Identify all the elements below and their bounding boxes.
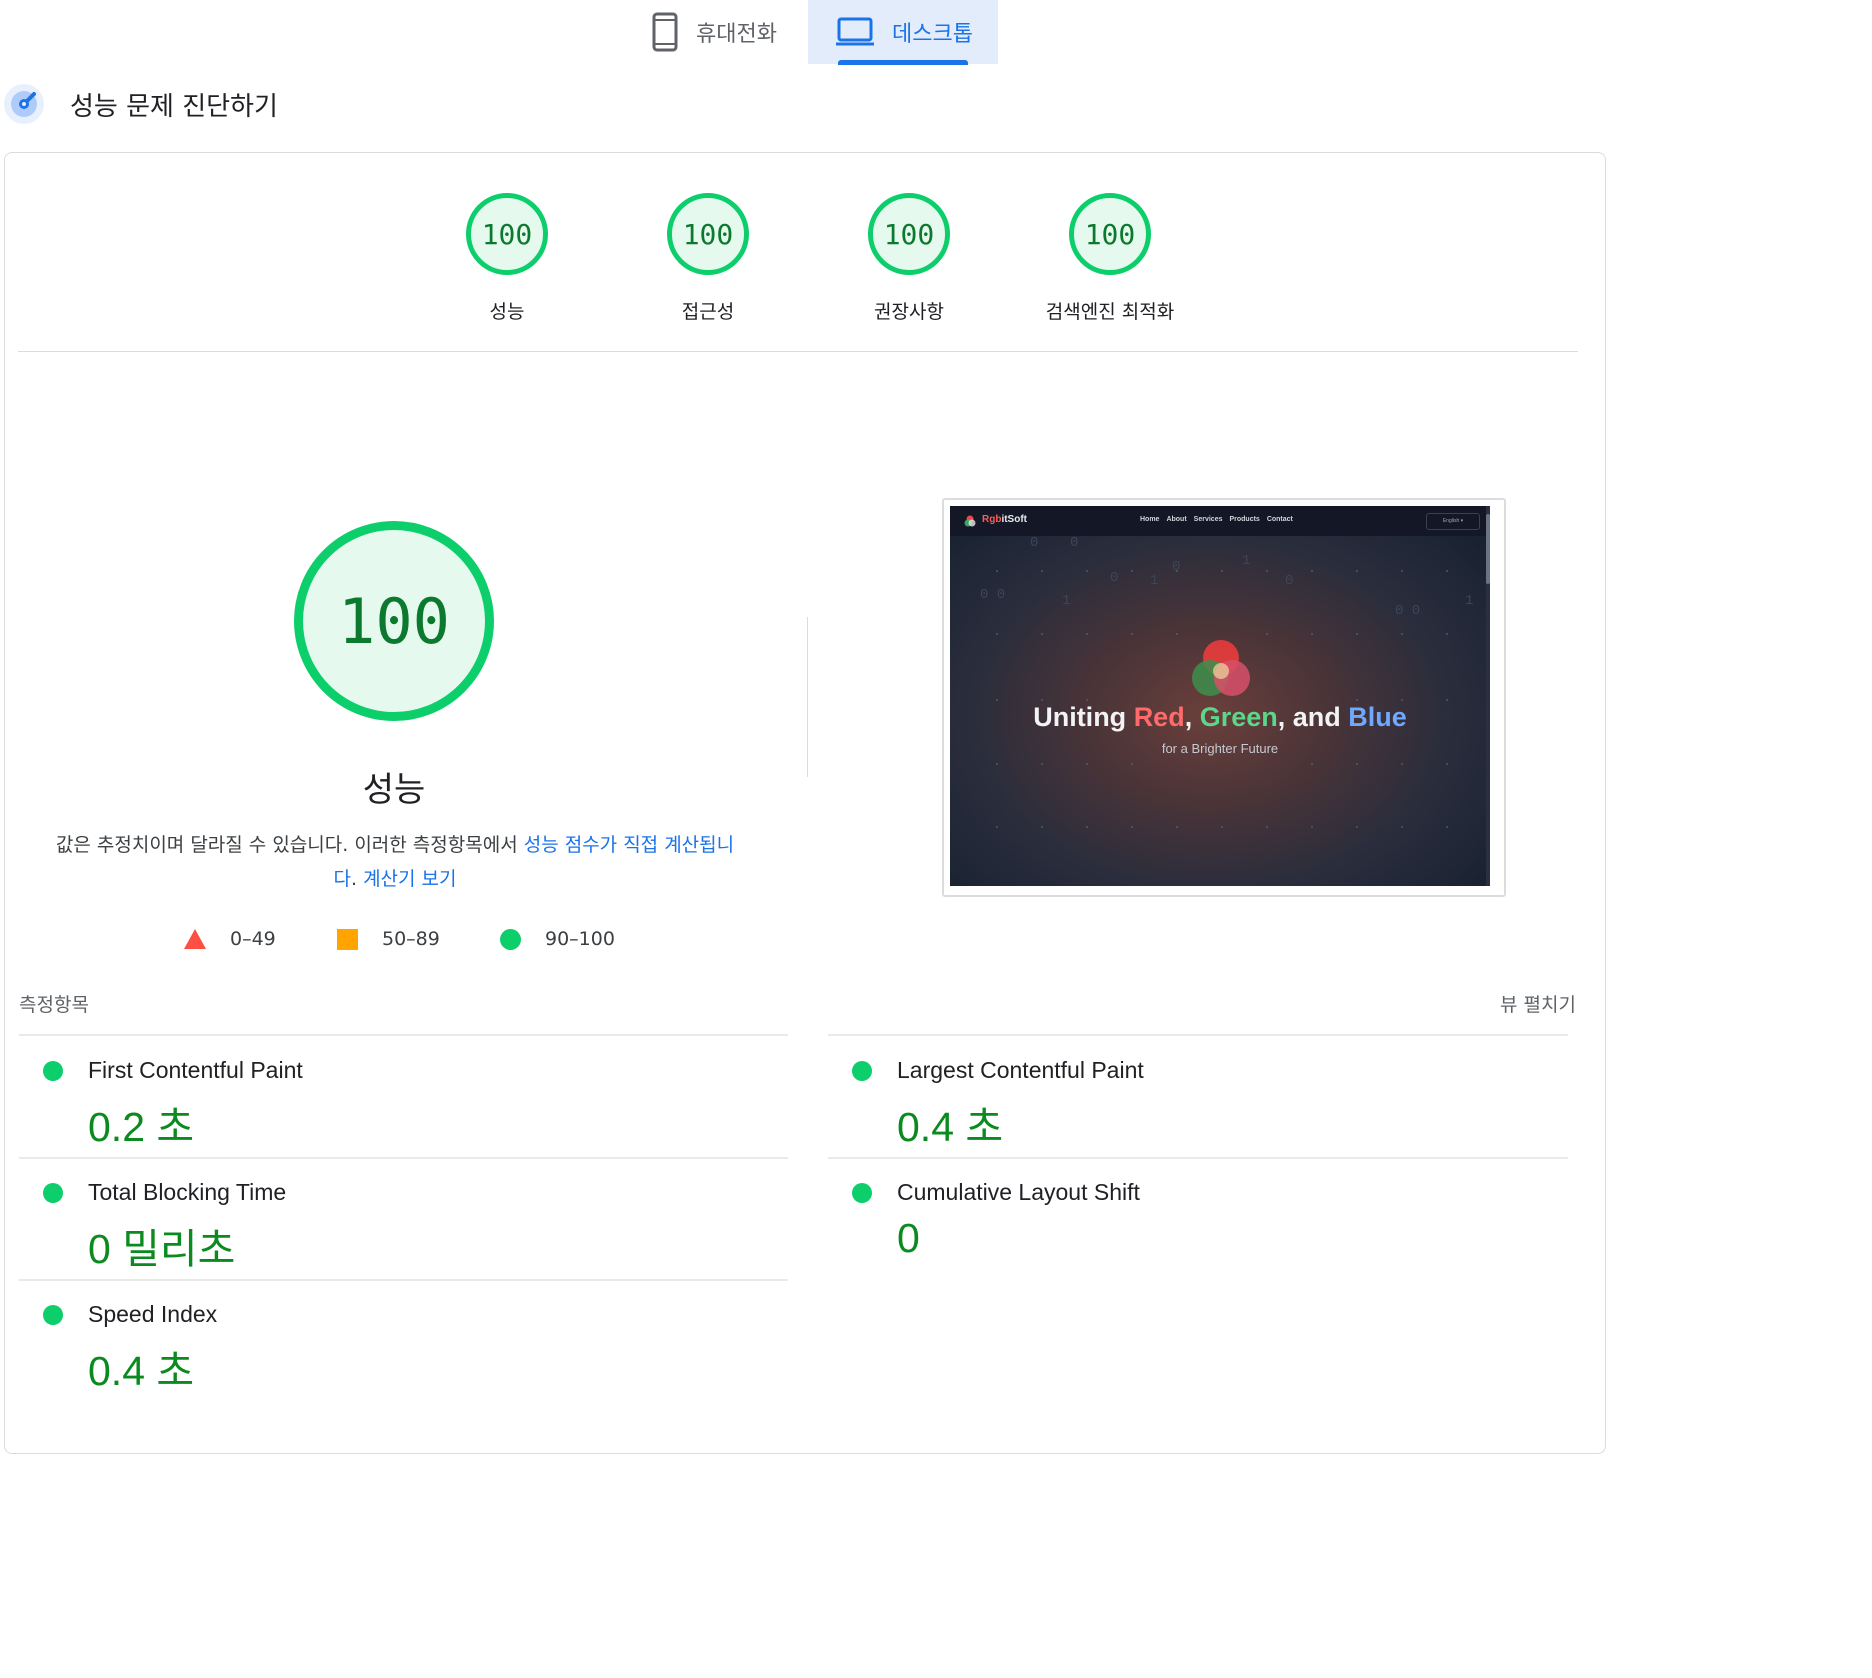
hero-title-green: Green xyxy=(1199,702,1278,732)
metric-value: 0.4 초 xyxy=(897,1104,1004,1150)
triangle-icon xyxy=(184,929,206,949)
metric-name: Largest Contentful Paint xyxy=(897,1057,1144,1083)
description-separator: . xyxy=(350,868,364,890)
svg-text:0: 0 xyxy=(1070,535,1078,551)
category-gauge-best-practices[interactable]: 100 권장사항 xyxy=(809,193,1009,324)
category-label: 권장사항 xyxy=(874,301,944,323)
svg-text:0: 0 xyxy=(1285,573,1293,589)
screenshot-hero-title: Uniting Red, Green, and Blue xyxy=(950,702,1490,733)
pass-dot-icon xyxy=(43,1061,63,1081)
svg-text:1: 1 xyxy=(1242,553,1250,569)
legend-fail: 0–49 xyxy=(184,928,276,950)
hero-title-blue: Blue xyxy=(1348,702,1407,732)
metric-name: Cumulative Layout Shift xyxy=(897,1179,1140,1205)
svg-text:0 0: 0 0 xyxy=(1395,603,1420,619)
category-gauge-accessibility[interactable]: 100 접근성 xyxy=(608,193,808,324)
legend-pass-label: 90–100 xyxy=(545,928,615,950)
metric-value: 0.4 초 xyxy=(88,1348,195,1394)
score-ring: 100 xyxy=(667,193,749,275)
hero-title-part: , and xyxy=(1277,702,1349,732)
rgb-circles-logo xyxy=(1192,640,1250,696)
category-gauge-seo[interactable]: 100 검색엔진 최적화 xyxy=(1010,193,1210,324)
nav-link-products: Products xyxy=(1229,516,1260,523)
legend-fail-label: 0–49 xyxy=(230,928,276,950)
vertical-divider xyxy=(807,617,808,777)
brand-prefix: Rgb xyxy=(982,514,1002,525)
hero-title-red: Red xyxy=(1133,702,1185,732)
expand-view-toggle[interactable]: 뷰 펼치기 xyxy=(1500,990,1576,1017)
metric-divider xyxy=(828,1157,1568,1159)
metric-name: Total Blocking Time xyxy=(88,1179,287,1205)
calculator-link[interactable]: 계산기 보기 xyxy=(363,868,456,890)
svg-text:0: 0 xyxy=(1030,535,1038,551)
hero-title-part: Uniting xyxy=(1033,702,1134,732)
tab-active-indicator xyxy=(838,60,968,65)
page-title: 성능 문제 진단하기 xyxy=(70,92,278,122)
square-icon xyxy=(337,928,358,950)
pass-dot-icon xyxy=(43,1305,63,1325)
screenshot-nav-links: Home About Services Products Contact xyxy=(1140,516,1300,523)
category-gauge-performance[interactable]: 100 성능 xyxy=(407,193,607,324)
score-ring: 100 xyxy=(1069,193,1151,275)
laptop-icon xyxy=(836,17,874,47)
description-text: 값은 추정치이며 달라질 수 있습니다. 이러한 측정항목에서 xyxy=(55,834,524,856)
hero-title-part: , xyxy=(1184,702,1200,732)
category-label: 접근성 xyxy=(681,301,735,323)
tab-desktop-label: 데스크톱 xyxy=(892,22,973,47)
metric-name: Speed Index xyxy=(88,1301,218,1327)
metric-name: First Contentful Paint xyxy=(88,1057,303,1083)
category-label: 성능 xyxy=(489,301,525,323)
score-ring: 100 xyxy=(466,193,548,275)
gauges-divider xyxy=(18,351,1578,352)
metric-value: 0 xyxy=(897,1215,920,1261)
pass-dot-icon xyxy=(43,1183,63,1203)
final-screenshot: 0 0001 0101 00 01 RgbitSoft Home About Ser… xyxy=(950,506,1490,886)
performance-score-ring: 100 xyxy=(294,521,494,721)
metric-divider xyxy=(19,1279,788,1281)
nav-link-services: Services xyxy=(1193,516,1223,523)
tab-desktop[interactable]: 데스크톱 xyxy=(808,0,998,64)
legend-average: 50–89 xyxy=(337,928,440,950)
screenshot-brand: RgbitSoft xyxy=(982,514,1027,525)
tab-mobile[interactable]: 휴대전화 xyxy=(640,0,800,64)
svg-text:1: 1 xyxy=(1062,593,1070,609)
svg-text:1: 1 xyxy=(1465,593,1473,609)
nav-link-about: About xyxy=(1166,516,1187,523)
metric-divider xyxy=(828,1034,1568,1036)
metric-divider xyxy=(19,1157,788,1159)
svg-text:0: 0 xyxy=(1172,559,1180,575)
screenshot-hero-subtitle: for a Brighter Future xyxy=(1161,741,1279,756)
svg-text:0: 0 xyxy=(1110,570,1118,586)
metric-divider xyxy=(19,1034,788,1036)
legend-pass: 90–100 xyxy=(500,928,615,950)
performance-description: 값은 추정치이며 달라질 수 있습니다. 이러한 측정항목에서 성능 점수가 직… xyxy=(50,828,740,896)
metric-value: 0.2 초 xyxy=(88,1104,195,1150)
brand-suffix: itSoft xyxy=(1001,514,1027,525)
metrics-heading: 측정항목 xyxy=(19,994,89,1016)
metric-value: 0 밀리초 xyxy=(88,1226,236,1272)
pass-dot-icon xyxy=(852,1061,872,1081)
nav-link-contact: Contact xyxy=(1266,516,1293,523)
performance-label: 성능 xyxy=(362,770,426,810)
score-ring: 100 xyxy=(868,193,950,275)
svg-text:0 0: 0 0 xyxy=(980,587,1005,603)
legend-average-label: 50–89 xyxy=(382,928,440,950)
gauge-icon xyxy=(4,84,44,124)
tab-mobile-label: 휴대전화 xyxy=(696,22,777,47)
svg-text:1: 1 xyxy=(1150,573,1158,589)
language-selector: English ▾ xyxy=(1426,513,1480,530)
pass-dot-icon xyxy=(852,1183,872,1203)
circle-icon xyxy=(500,928,521,950)
smartphone-icon xyxy=(652,12,678,52)
screenshot-scrollbar xyxy=(1486,506,1490,886)
brand-logo-icon xyxy=(964,515,976,527)
nav-link-home: Home xyxy=(1140,516,1160,523)
category-label: 검색엔진 최적화 xyxy=(1045,301,1175,323)
